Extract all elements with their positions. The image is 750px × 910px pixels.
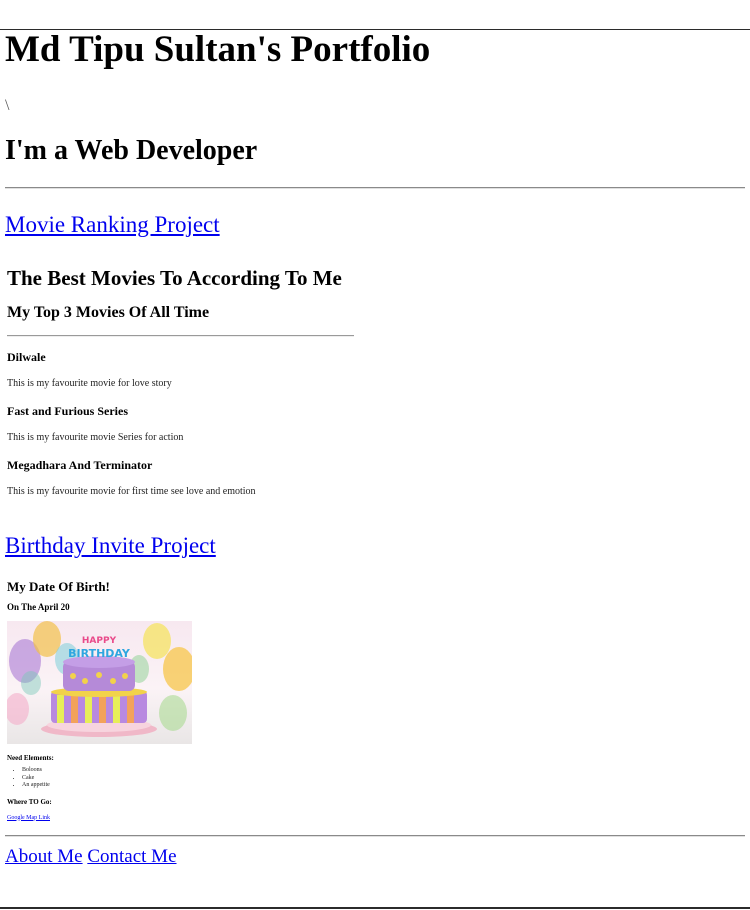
movie-description: This is my favourite movie for love stor…	[7, 378, 172, 389]
contact-me-link[interactable]: Contact Me	[87, 846, 176, 867]
birthday-project-frame: My Date Of Birth! On The April 20 HAPPY …	[7, 579, 745, 823]
svg-text:BIRTHDAY: BIRTHDAY	[68, 647, 131, 660]
movie-project-frame: The Best Movies To According To Me My To…	[7, 265, 745, 499]
movie-project-link[interactable]: Movie Ranking Project	[5, 211, 745, 239]
list-item: An appetite	[22, 782, 745, 790]
where-label: Where TO Go:	[7, 797, 52, 806]
role-heading: I'm a Web Developer	[5, 135, 258, 166]
movies-divider	[7, 335, 354, 337]
footer-nav: About Me Contact Me	[5, 846, 745, 868]
page-content: Md Tipu Sultan's Portfolio \ I'm a Web D…	[0, 29, 750, 868]
birthday-heading: My Date Of Birth!	[7, 579, 110, 594]
movie-description: This is my favourite movie for first tim…	[7, 486, 256, 497]
footer-divider	[5, 834, 745, 837]
window-bottom-border	[0, 907, 750, 909]
movies-subheading: My Top 3 Movies Of All Time	[7, 304, 210, 321]
movie-title: Fast and Furious Series	[7, 404, 129, 418]
movie-title: Dilwale	[7, 350, 46, 364]
movies-heading: The Best Movies To According To Me	[7, 266, 342, 290]
needs-list: Boloons Cake An appetite	[7, 767, 745, 790]
list-item: Cake	[22, 775, 745, 783]
google-map-link[interactable]: Google Map Link	[7, 814, 745, 823]
birthday-date: On The April 20	[7, 602, 70, 612]
svg-text:HAPPY: HAPPY	[82, 636, 117, 646]
window-top-border	[0, 29, 750, 30]
birthday-project-link[interactable]: Birthday Invite Project	[5, 532, 745, 560]
movie-description: This is my favourite movie Series for ac…	[7, 432, 184, 443]
stray-text: \	[5, 97, 10, 114]
page-title: Md Tipu Sultan's Portfolio	[5, 29, 431, 70]
section-divider	[5, 187, 745, 189]
list-item: Boloons	[22, 767, 745, 775]
needs-label: Need Elements:	[7, 754, 54, 762]
movie-title: Megadhara And Terminator	[7, 458, 153, 472]
birthday-cake-image: HAPPY BIRTHDAY	[7, 621, 192, 744]
about-me-link[interactable]: About Me	[5, 846, 83, 867]
